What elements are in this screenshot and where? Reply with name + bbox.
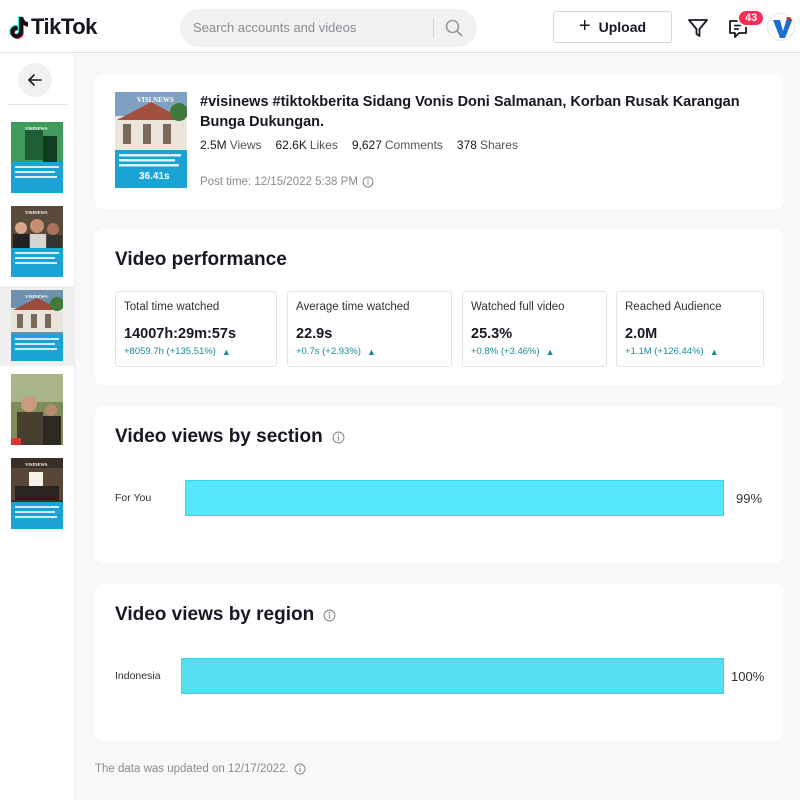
- video-thumbnail: VISINEWS: [11, 206, 63, 277]
- likes-stat: 62.6K Likes: [275, 138, 338, 152]
- sidebar-video-item-active[interactable]: VISINEWS: [0, 286, 75, 366]
- search-bar[interactable]: Search accounts and videos: [180, 9, 477, 47]
- bar-label: For You: [115, 492, 152, 504]
- inbox-count-badge: 43: [737, 9, 766, 27]
- post-time-text: Post time: 12/15/2022 5:38 PM: [200, 176, 358, 188]
- sidebar-divider: [8, 104, 68, 105]
- views-by-region-card: Video views by region Indonesia 100%: [95, 584, 783, 741]
- arrow-up-icon: ▲: [545, 346, 555, 357]
- sidebar-video-item[interactable]: VISINEWS: [0, 202, 75, 282]
- bar-percent: 100%: [731, 669, 765, 684]
- bar-track: [181, 658, 724, 694]
- data-updated-note: The data was updated on 12/17/2022.: [95, 763, 306, 775]
- info-icon[interactable]: [294, 763, 306, 775]
- bar-track: [185, 480, 729, 516]
- logo-text: TikTok: [31, 14, 97, 39]
- profile-avatar[interactable]: [767, 13, 795, 41]
- video-info-card: VISI.NEWS 36.41s #visinews #tiktokberita…: [95, 74, 783, 209]
- views-stat: 2.5M Views: [200, 138, 262, 152]
- bar-percent: 99%: [736, 491, 763, 506]
- video-thumbnail: [11, 374, 63, 445]
- sidebar-video-item[interactable]: VISINEWS: [0, 118, 75, 198]
- shares-stat: 378 Shares: [456, 138, 518, 152]
- plus-icon: +: [578, 15, 591, 37]
- metric-total-time-watched: Total time watched 14007h:29m:57s +8059.…: [115, 291, 277, 367]
- for-you-bar: [185, 480, 724, 516]
- info-icon[interactable]: [323, 609, 336, 622]
- sidebar-video-item[interactable]: VISINEWS: [0, 454, 75, 534]
- tiktok-note-icon: [9, 15, 28, 39]
- video-thumbnail: VISINEWS: [11, 290, 63, 361]
- video-thumbnail: VISINEWS: [11, 122, 63, 193]
- indonesia-bar: [181, 658, 724, 694]
- views-by-section-card: Video views by section For You 99%: [95, 406, 783, 563]
- info-icon[interactable]: [362, 176, 374, 188]
- arrow-left-icon: [28, 74, 42, 86]
- avatar-logo-icon: [773, 17, 793, 38]
- send-filter-icon[interactable]: [687, 17, 709, 39]
- video-performance-card: Video performance Total time watched 140…: [95, 229, 783, 385]
- svg-text:VISINEWS: VISINEWS: [25, 126, 48, 131]
- post-time: Post time: 12/15/2022 5:38 PM: [200, 176, 374, 188]
- video-duration: 36.41s: [139, 171, 170, 182]
- arrow-up-icon: ▲: [709, 346, 719, 357]
- info-icon[interactable]: [332, 431, 345, 444]
- video-list-sidebar: VISINEWS VISINEWS VISINEWS VISINEWS: [0, 54, 75, 800]
- comments-stat: 9,627 Comments: [351, 138, 443, 152]
- metric-watched-full-video: Watched full video 25.3% +0.8% (+3.46%) ▲: [462, 291, 607, 367]
- bar-label: Indonesia: [115, 670, 161, 682]
- sidebar-video-item[interactable]: [0, 370, 75, 450]
- search-input[interactable]: Search accounts and videos: [193, 20, 356, 35]
- metric-reached-audience: Reached Audience 2.0M +1.1M (+126.44%) ▲: [616, 291, 764, 367]
- search-icon[interactable]: [445, 19, 463, 37]
- video-title: #visinews #tiktokberita Sidang Vonis Don…: [200, 94, 740, 130]
- section-title: Video performance: [115, 249, 287, 270]
- svg-text:VISINEWS: VISINEWS: [25, 210, 48, 215]
- cover-brand-text: VISI.NEWS: [137, 96, 174, 104]
- analytics-content: VISI.NEWS 36.41s #visinews #tiktokberita…: [75, 54, 800, 800]
- svg-text:VISINEWS: VISINEWS: [25, 294, 48, 299]
- svg-text:VISINEWS: VISINEWS: [25, 462, 48, 467]
- back-button[interactable]: [18, 63, 52, 97]
- upload-button[interactable]: + Upload: [553, 11, 672, 43]
- video-stats: 2.5M Views 62.6K Likes 9,627 Comments 378 Sh…: [200, 138, 532, 152]
- arrow-up-icon: ▲: [366, 346, 376, 357]
- search-divider: [433, 18, 434, 38]
- metric-average-time-watched: Average time watched 22.9s +0.7s (+2.93%…: [287, 291, 452, 367]
- arrow-up-icon: ▲: [221, 346, 231, 357]
- video-cover[interactable]: VISI.NEWS 36.41s: [115, 92, 187, 188]
- top-bar: TikTok Search accounts and videos + Uplo…: [0, 0, 800, 53]
- section-title: Video views by region: [115, 604, 336, 626]
- section-title: Video views by section: [115, 426, 345, 448]
- tiktok-logo[interactable]: TikTok: [8, 14, 97, 40]
- video-thumbnail: VISINEWS: [11, 458, 63, 529]
- upload-label: Upload: [598, 19, 647, 35]
